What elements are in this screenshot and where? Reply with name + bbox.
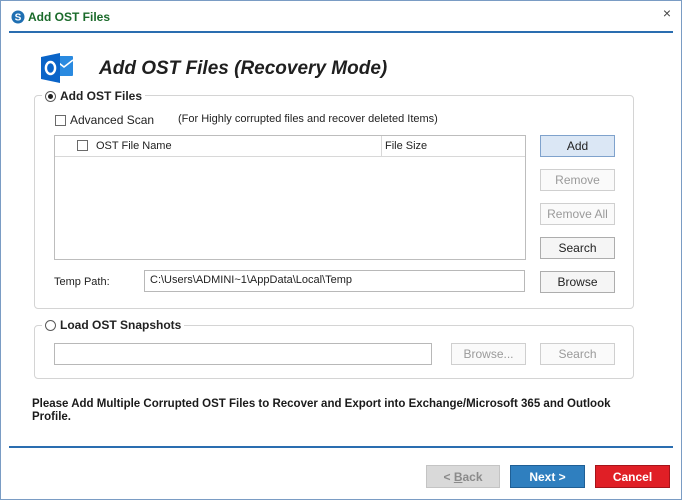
- load-snapshots-label: Load OST Snapshots: [60, 318, 182, 332]
- advanced-scan-option[interactable]: Advanced Scan: [55, 113, 154, 127]
- back-button-label: ack: [462, 469, 483, 484]
- snapshot-path-field[interactable]: [54, 343, 432, 365]
- instruction-text: Please Add Multiple Corrupted OST Files …: [32, 398, 611, 423]
- add-ost-files-label: Add OST Files: [60, 89, 143, 103]
- search-button[interactable]: Search: [540, 237, 615, 259]
- advanced-scan-checkbox[interactable]: [55, 114, 66, 126]
- app-logo-icon: S: [11, 10, 25, 27]
- next-button[interactable]: Next >: [510, 465, 585, 488]
- snapshot-search-button[interactable]: Search: [540, 343, 615, 365]
- advanced-scan-note: (For Highly corrupted files and recover …: [178, 113, 438, 125]
- load-snapshots-radio[interactable]: [45, 319, 56, 331]
- back-button[interactable]: < Back: [426, 465, 500, 488]
- temp-path-label: Temp Path:: [54, 276, 110, 288]
- column-divider[interactable]: [381, 136, 382, 156]
- ost-file-list[interactable]: OST File Name File Size: [54, 135, 526, 260]
- column-header-file-size[interactable]: File Size: [385, 140, 427, 152]
- header-divider: [9, 31, 673, 33]
- window-title: Add OST Files: [28, 10, 111, 24]
- load-snapshots-option[interactable]: Load OST Snapshots: [42, 318, 185, 332]
- footer-divider: [9, 446, 673, 448]
- temp-path-field[interactable]: C:\Users\ADMINI~1\AppData\Local\Temp: [144, 270, 525, 292]
- close-icon[interactable]: ×: [663, 5, 671, 21]
- add-button[interactable]: Add: [540, 135, 615, 157]
- add-ost-files-radio[interactable]: [45, 90, 56, 102]
- outlook-icon: [41, 52, 75, 87]
- column-header-ost-file-name[interactable]: OST File Name: [96, 140, 172, 152]
- back-button-prefix: <: [443, 469, 454, 484]
- cancel-button[interactable]: Cancel: [595, 465, 670, 488]
- title-bar: S Add OST Files ×: [1, 1, 681, 31]
- remove-button[interactable]: Remove: [540, 169, 615, 191]
- select-all-checkbox[interactable]: [77, 140, 88, 151]
- advanced-scan-label: Advanced Scan: [70, 113, 155, 127]
- snapshot-browse-button[interactable]: Browse...: [451, 343, 526, 365]
- remove-all-button[interactable]: Remove All: [540, 203, 615, 225]
- back-button-mnemonic: B: [453, 469, 463, 484]
- file-list-header: OST File Name File Size: [55, 136, 525, 157]
- page-title: Add OST Files (Recovery Mode): [99, 58, 388, 79]
- add-ost-files-window: S Add OST Files × Add OST Files (Recover…: [0, 0, 682, 500]
- add-ost-files-option[interactable]: Add OST Files: [42, 89, 146, 103]
- svg-text:S: S: [15, 13, 22, 24]
- browse-button[interactable]: Browse: [540, 271, 615, 293]
